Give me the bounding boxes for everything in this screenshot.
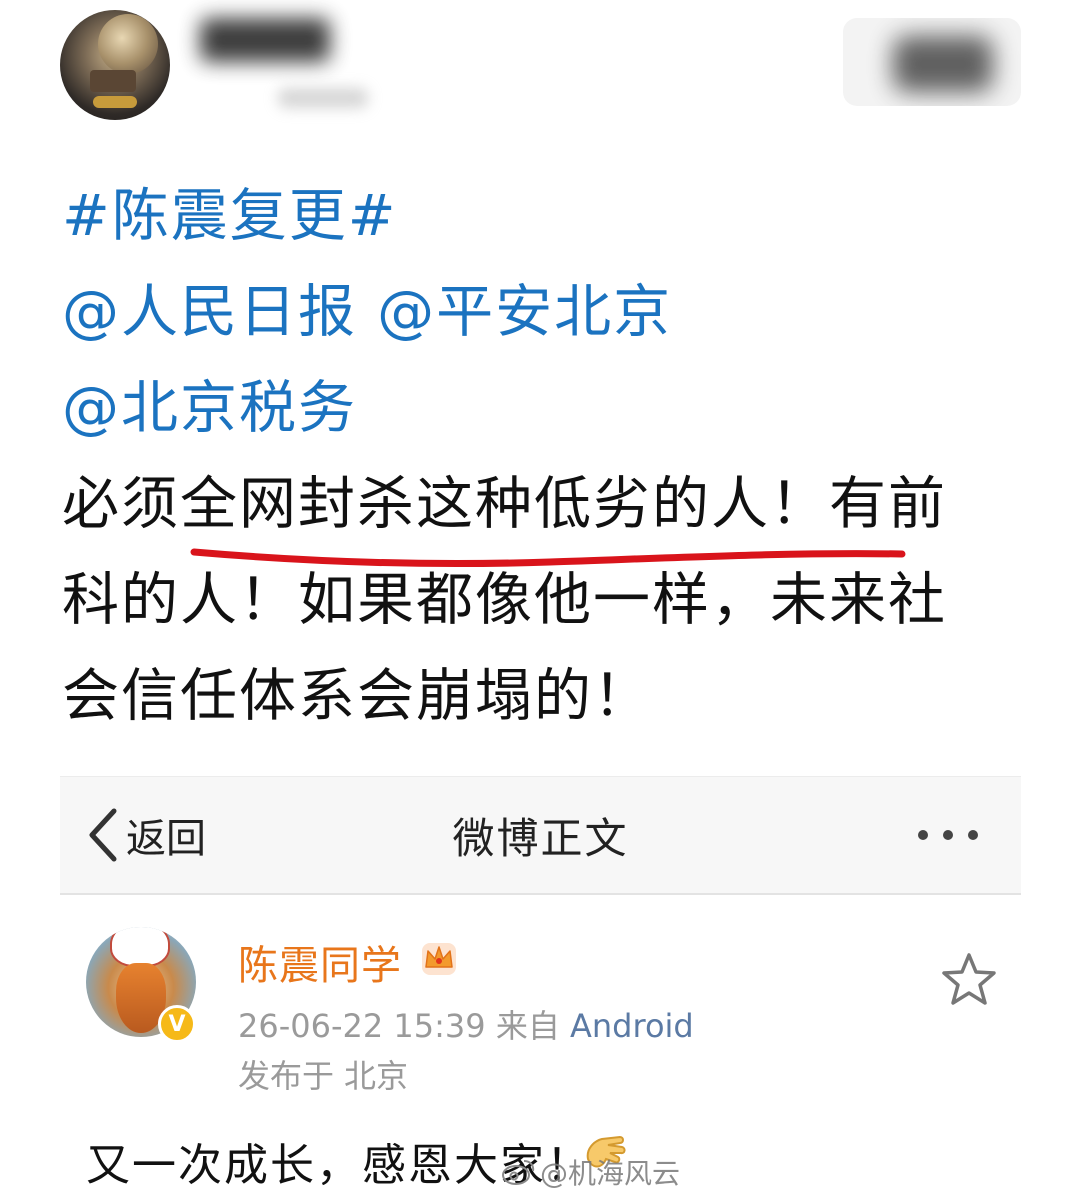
nav-title: 微博正文 xyxy=(452,814,629,863)
mentions-line-2[interactable]: @北京税务 xyxy=(62,360,1042,456)
source-prefix: 来自 xyxy=(495,1007,560,1045)
watermark: @机海风云 xyxy=(500,1152,680,1192)
verified-badge: V xyxy=(158,1005,196,1043)
post-body: #陈震复更# @人民日报 @平安北京 @北京税务 必须全网封杀这种低劣的人！有前… xyxy=(62,168,1042,744)
post-text-line-3: 会信任体系会崩塌的！ xyxy=(62,663,652,729)
post-text-line-1: 必须全网封杀这种低劣的人！有前 xyxy=(62,471,947,537)
watermark-text: @机海风云 xyxy=(540,1157,681,1190)
star-icon[interactable] xyxy=(940,951,998,1009)
author-name[interactable]: 陈震同学 xyxy=(238,933,402,991)
gramophone-horn-graphic xyxy=(98,14,158,74)
rabbit-ears-graphic xyxy=(110,927,170,967)
weibo-nav-bar: 返回 微博正文 xyxy=(60,777,1021,895)
location-city: 北京 xyxy=(344,1057,409,1095)
blurred-follow-button[interactable] xyxy=(843,18,1021,106)
hashtag-link[interactable]: #陈震复更# xyxy=(62,168,1042,264)
poster-avatar[interactable] xyxy=(60,10,170,120)
gramophone-stand-graphic xyxy=(90,70,136,92)
blurred-username xyxy=(200,18,330,62)
mentions-line-1[interactable]: @人民日报 @平安北京 xyxy=(62,264,1042,360)
crown-icon xyxy=(422,943,456,975)
source-platform[interactable]: Android xyxy=(570,1007,694,1045)
post-datetime: 26-06-22 15:39 xyxy=(238,1007,486,1045)
location-prefix: 发布于 xyxy=(238,1057,335,1095)
post-meta: 26-06-22 15:39 来自 Android xyxy=(238,1001,694,1047)
embedded-weibo-screenshot: 返回 微博正文 V 陈震同学 26-06-22 15:39 来自 Android xyxy=(60,776,1021,1198)
avatar-tag-graphic xyxy=(93,96,137,108)
more-icon[interactable] xyxy=(913,825,983,845)
post-location: 发布于 北京 xyxy=(238,1051,408,1097)
red-underline-annotation xyxy=(190,548,906,568)
blurred-subtitle xyxy=(278,88,368,108)
weibo-logo-icon xyxy=(502,1160,535,1185)
blurred-button-content xyxy=(893,36,993,92)
